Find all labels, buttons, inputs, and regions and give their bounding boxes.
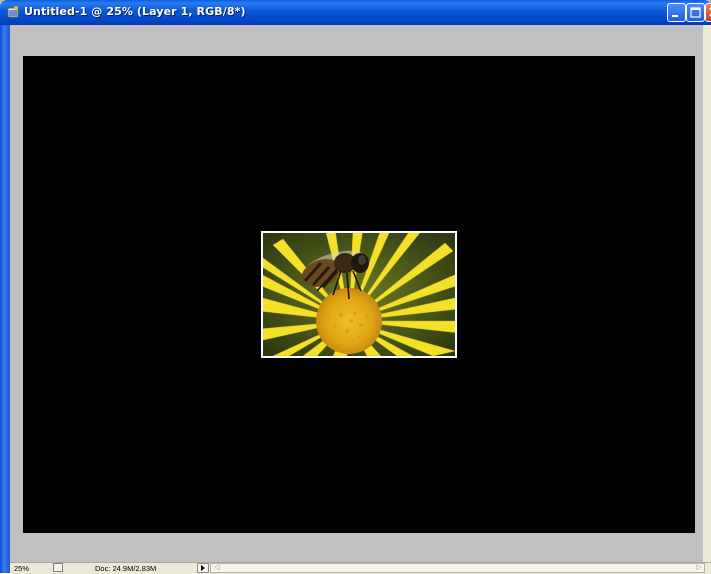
window-title: Untitled-1 @ 25% (Layer 1, RGB/8*) [24,5,246,18]
vertical-scroll-gutter[interactable] [703,25,711,562]
status-bar: 25% Doc: 24.9M/2.83M ◁ ▷ [10,562,711,574]
scroll-left-button[interactable]: ◁ [211,564,223,572]
close-icon [709,7,711,17]
bee-flower-photo [263,233,455,356]
status-menu-button[interactable] [197,563,209,573]
minimize-icon [672,15,678,17]
maximize-button[interactable] [686,3,705,22]
layer-image-bee-flower[interactable] [261,231,457,358]
zoom-level-field[interactable]: 25% [14,564,42,573]
horizontal-scrollbar[interactable]: ◁ ▷ [210,563,705,573]
title-bar[interactable]: Untitled-1 @ 25% (Layer 1, RGB/8*) [0,0,711,25]
play-arrow-icon [201,565,205,571]
minimize-button[interactable] [667,3,686,22]
maximize-icon [690,7,701,18]
close-button[interactable] [705,3,711,22]
scroll-right-button[interactable]: ▷ [693,564,705,572]
status-info-icon[interactable] [53,563,63,572]
photoshop-document-icon [7,6,19,18]
window-left-border [0,25,10,573]
document-window: Untitled-1 @ 25% (Layer 1, RGB/8*) 25% D… [0,0,711,574]
document-size-info: Doc: 24.9M/2.83M [95,564,157,573]
